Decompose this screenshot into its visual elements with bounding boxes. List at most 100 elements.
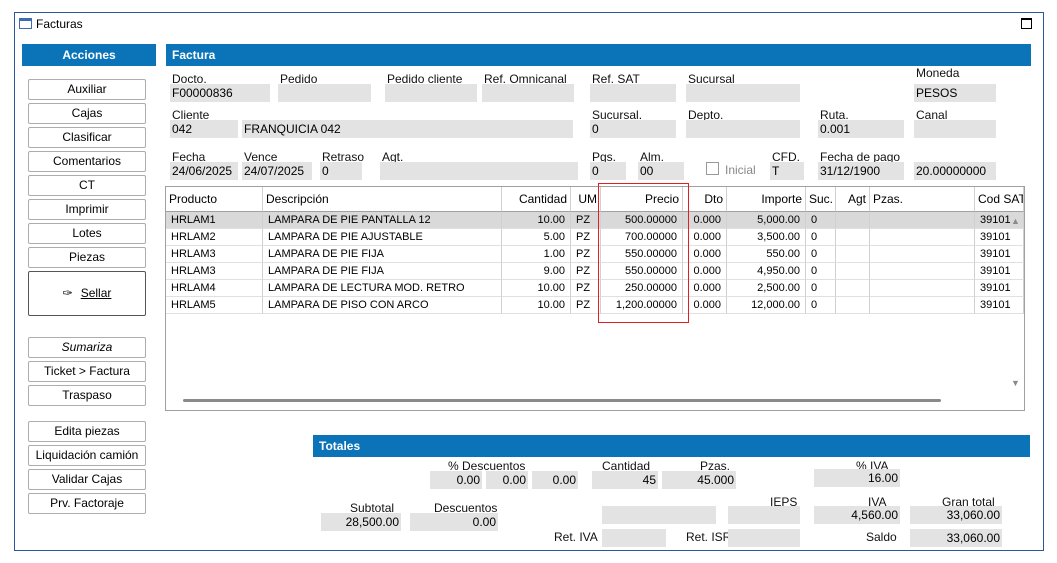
table-cell[interactable]: 0 bbox=[806, 229, 836, 246]
table-cell[interactable]: LAMPARA DE LECTURA MOD. RETRO bbox=[263, 280, 502, 297]
table-cell[interactable]: HRLAM1 bbox=[166, 212, 263, 229]
moneda-field[interactable]: PESOS bbox=[914, 84, 996, 102]
blank-total-field[interactable] bbox=[602, 506, 716, 524]
cfd-field[interactable]: T bbox=[770, 162, 804, 180]
docto-field[interactable]: F00000836 bbox=[170, 84, 270, 102]
table-cell[interactable]: LAMPARA DE PIE PANTALLA 12 bbox=[263, 212, 502, 229]
table-cell[interactable]: PZ bbox=[571, 229, 601, 246]
table-cell[interactable]: 12,000.00 bbox=[727, 297, 806, 314]
pct-desc-3-field[interactable]: 0.00 bbox=[532, 471, 578, 489]
column-header-dto[interactable]: Dto bbox=[683, 187, 727, 212]
column-header-descripci-n[interactable]: Descripción bbox=[263, 187, 502, 212]
table-cell[interactable] bbox=[836, 297, 870, 314]
table-cell[interactable]: 10.00 bbox=[502, 280, 571, 297]
canal-field[interactable] bbox=[914, 120, 996, 138]
table-cell[interactable] bbox=[870, 280, 975, 297]
table-cell[interactable]: 0 bbox=[806, 280, 836, 297]
table-cell[interactable]: 10.00 bbox=[502, 212, 571, 229]
sidebar-button-prv-factoraje[interactable]: Prv. Factoraje bbox=[28, 493, 146, 514]
table-cell[interactable]: 0.000 bbox=[683, 246, 727, 263]
sidebar-button-edita-piezas[interactable]: Edita piezas bbox=[28, 421, 146, 442]
table-cell[interactable]: 39101 bbox=[975, 263, 1024, 280]
table-cell[interactable]: LAMPARA DE PIE AJUSTABLE bbox=[263, 229, 502, 246]
ref-sat-field[interactable] bbox=[590, 84, 676, 102]
inicial-checkbox[interactable] bbox=[706, 162, 719, 175]
table-cell[interactable]: PZ bbox=[571, 297, 601, 314]
sidebar-button-liquidaci-n-cami-n[interactable]: Liquidación camión bbox=[28, 445, 146, 466]
table-cell[interactable]: 0 bbox=[806, 246, 836, 263]
column-header-pzas[interactable]: Pzas. bbox=[870, 187, 975, 212]
table-cell[interactable]: LAMPARA DE PIE FIJA bbox=[263, 263, 502, 280]
table-cell[interactable] bbox=[870, 263, 975, 280]
table-cell[interactable]: 39101 bbox=[975, 246, 1024, 263]
sidebar-button-piezas[interactable]: Piezas bbox=[28, 247, 146, 268]
sidebar-button-validar-cajas[interactable]: Validar Cajas bbox=[28, 469, 146, 490]
table-cell[interactable]: HRLAM2 bbox=[166, 229, 263, 246]
pedido-cliente-field[interactable] bbox=[385, 84, 477, 102]
sellar-button[interactable]: ✑ Sellar bbox=[28, 271, 146, 316]
column-header-um[interactable]: UM bbox=[571, 187, 601, 212]
table-cell[interactable]: 9.00 bbox=[502, 263, 571, 280]
column-header-suc[interactable]: Suc. bbox=[806, 187, 836, 212]
sidebar-button-cajas[interactable]: Cajas bbox=[28, 103, 146, 124]
table-cell[interactable]: 10.00 bbox=[502, 297, 571, 314]
table-cell[interactable]: 3,500.00 bbox=[727, 229, 806, 246]
table-cell[interactable] bbox=[870, 297, 975, 314]
agt-field[interactable] bbox=[380, 162, 578, 180]
table-cell[interactable] bbox=[870, 229, 975, 246]
cliente-name-field[interactable]: FRANQUICIA 042 bbox=[242, 120, 573, 138]
table-cell[interactable]: PZ bbox=[571, 280, 601, 297]
column-header-agt[interactable]: Agt bbox=[836, 187, 870, 212]
scroll-up-icon[interactable]: ▲ bbox=[1011, 216, 1020, 226]
table-cell[interactable]: 5,000.00 bbox=[727, 212, 806, 229]
table-cell[interactable]: 0.000 bbox=[683, 280, 727, 297]
tipo-cambio-field[interactable]: 20.00000000 bbox=[914, 162, 996, 180]
table-cell[interactable] bbox=[870, 246, 975, 263]
pct-desc-2-field[interactable]: 0.00 bbox=[486, 471, 528, 489]
table-cell[interactable]: HRLAM3 bbox=[166, 263, 263, 280]
pzas-total-field[interactable]: 45.000 bbox=[662, 471, 736, 489]
table-cell[interactable]: LAMPARA DE PISO CON ARCO bbox=[263, 297, 502, 314]
table-cell[interactable]: 4,950.00 bbox=[727, 263, 806, 280]
maximize-icon[interactable] bbox=[1021, 18, 1032, 29]
sidebar-button-ticket-factura[interactable]: Ticket > Factura bbox=[28, 361, 146, 382]
ieps-field[interactable] bbox=[728, 506, 800, 524]
sidebar-button-lotes[interactable]: Lotes bbox=[28, 223, 146, 244]
table-cell[interactable]: 0.000 bbox=[683, 263, 727, 280]
column-header-producto[interactable]: Producto bbox=[166, 187, 263, 212]
depto-field[interactable] bbox=[686, 120, 800, 138]
table-cell[interactable]: 0.000 bbox=[683, 229, 727, 246]
sucursal-field[interactable] bbox=[686, 84, 800, 102]
table-cell[interactable]: 550.00 bbox=[727, 246, 806, 263]
table-cell[interactable] bbox=[836, 263, 870, 280]
table-cell[interactable] bbox=[836, 246, 870, 263]
iva-field[interactable]: 4,560.00 bbox=[814, 506, 900, 524]
table-cell[interactable]: 0.000 bbox=[683, 297, 727, 314]
table-cell[interactable]: PZ bbox=[571, 246, 601, 263]
ruta-field[interactable]: 0.001 bbox=[818, 120, 904, 138]
column-header-cod-sat[interactable]: Cod SAT bbox=[975, 187, 1024, 212]
alm-field[interactable]: 00 bbox=[638, 162, 684, 180]
fecha-pago-field[interactable]: 31/12/1900 bbox=[818, 162, 904, 180]
vence-field[interactable]: 24/07/2025 bbox=[242, 162, 312, 180]
table-cell[interactable]: HRLAM3 bbox=[166, 246, 263, 263]
pedido-field[interactable] bbox=[278, 84, 371, 102]
items-grid[interactable]: Producto Descripción Cantidad UM Precio Dto Im… bbox=[165, 186, 1025, 411]
sidebar-button-comentarios[interactable]: Comentarios bbox=[28, 151, 146, 172]
subtotal-field[interactable]: 28,500.00 bbox=[321, 513, 401, 531]
sidebar-button-traspaso[interactable]: Traspaso bbox=[28, 385, 146, 406]
saldo-field[interactable]: 33,060.00 bbox=[910, 529, 1002, 547]
column-header-cantidad[interactable]: Cantidad bbox=[502, 187, 571, 212]
sidebar-button-imprimir[interactable]: Imprimir bbox=[28, 199, 146, 220]
sidebar-button-sumariza[interactable]: Sumariza bbox=[28, 337, 146, 358]
ret-iva-field[interactable] bbox=[602, 529, 666, 547]
descuentos-field[interactable]: 0.00 bbox=[410, 513, 498, 531]
pct-desc-1-field[interactable]: 0.00 bbox=[430, 471, 482, 489]
table-cell[interactable]: 2,500.00 bbox=[727, 280, 806, 297]
sidebar-button-clasificar[interactable]: Clasificar bbox=[28, 127, 146, 148]
pct-iva-field[interactable]: 16.00 bbox=[814, 469, 900, 487]
table-cell[interactable]: 0.000 bbox=[683, 212, 727, 229]
cliente-id-field[interactable]: 042 bbox=[170, 120, 238, 138]
table-cell[interactable]: HRLAM4 bbox=[166, 280, 263, 297]
table-cell[interactable]: 0 bbox=[806, 212, 836, 229]
